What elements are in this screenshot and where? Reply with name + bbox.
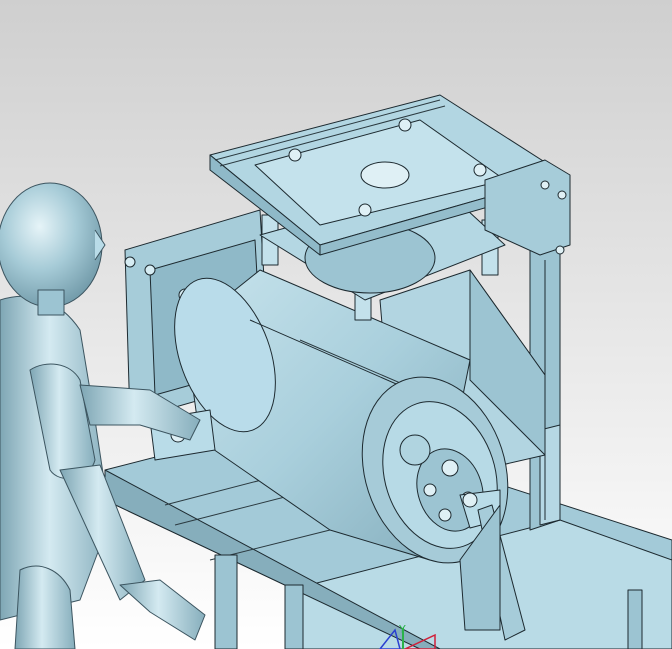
triad-y-label: Y [398,623,406,636]
top-plate-hole [360,161,410,189]
cad-3d-viewport[interactable]: Y [0,0,672,649]
mannequin-head [0,182,103,308]
